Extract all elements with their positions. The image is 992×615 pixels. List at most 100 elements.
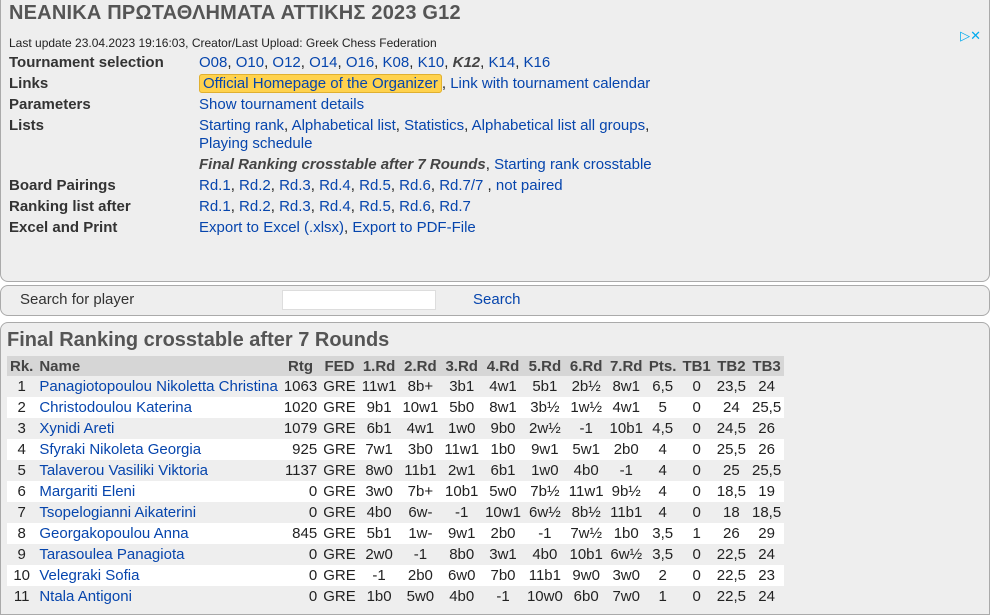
table-cell: 6,5 [645, 376, 680, 397]
table-cell: 7w1 [358, 439, 400, 460]
ranking-after-link-rd-4[interactable]: Rd.4 [319, 198, 351, 215]
tournament-calendar-link[interactable]: Link with tournament calendar [450, 75, 650, 92]
organizer-homepage-link[interactable]: Official Homepage of the Organizer [199, 73, 442, 93]
player-name-link[interactable]: Tsopelogianni Aikaterini [36, 502, 281, 523]
table-cell: -1 [399, 544, 442, 565]
search-input[interactable] [282, 290, 436, 310]
table-cell: 0 [679, 502, 714, 523]
table-cell: 1b0 [606, 523, 646, 544]
table-cell: 1w½ [565, 397, 607, 418]
export-excel-link[interactable]: Export to Excel (.xlsx) [199, 219, 344, 236]
tournament-link-k16[interactable]: K16 [524, 54, 551, 71]
tournament-details-link[interactable]: Show tournament details [199, 96, 364, 113]
ranking-after-link-rd-5[interactable]: Rd.5 [359, 198, 391, 215]
alphabetical-list-link[interactable]: Alphabetical list [292, 117, 396, 134]
tournament-link-o16[interactable]: O16 [346, 54, 374, 71]
table-cell: 6b1 [358, 418, 400, 439]
table-cell: 7b0 [482, 565, 524, 586]
not-paired-link[interactable]: not paired [496, 177, 563, 194]
table-cell: GRE [320, 565, 359, 586]
table-row: 7 Tsopelogianni Aikaterini 0 GRE 4b0 6w- -1 10w… [7, 502, 785, 523]
table-cell: 19 [748, 481, 785, 502]
player-name-link[interactable]: Velegraki Sofia [36, 565, 281, 586]
search-button[interactable]: Search [473, 291, 521, 308]
ranking-after-link-rd-6[interactable]: Rd.6 [399, 198, 431, 215]
tournament-link-k10[interactable]: K10 [418, 54, 445, 71]
tournament-link-o08[interactable]: O08 [199, 54, 227, 71]
table-cell: 6 [7, 481, 37, 502]
tournament-link-o14[interactable]: O14 [309, 54, 337, 71]
player-name-link[interactable]: Ntala Antigoni [36, 586, 281, 607]
table-cell: 1b0 [358, 586, 400, 607]
table-cell: 25,5 [748, 460, 785, 481]
final-crosstable-current: Final Ranking crosstable after 7 Rounds [199, 155, 486, 173]
table-cell: 6b0 [565, 586, 607, 607]
table-cell: 26 [748, 418, 785, 439]
starting-rank-link[interactable]: Starting rank [199, 117, 284, 134]
table-cell: 9w1 [441, 523, 483, 544]
table-cell: 1079 [280, 418, 321, 439]
table-cell: 24,5 [713, 418, 749, 439]
column-header-tb1: TB1 [679, 356, 714, 376]
table-cell: 4 [645, 460, 680, 481]
table-cell: 23 [748, 565, 785, 586]
pairings-link-rd-5[interactable]: Rd.5 [359, 177, 391, 194]
table-cell: 1 [645, 586, 680, 607]
ranking-after-link-rd-2[interactable]: Rd.2 [239, 198, 271, 215]
tournament-link-k14[interactable]: K14 [488, 54, 515, 71]
pairings-link-rd-1[interactable]: Rd.1 [199, 177, 231, 194]
player-name-link[interactable]: Sfyraki Nikoleta Georgia [36, 439, 281, 460]
starting-rank-crosstable-link[interactable]: Starting rank crosstable [494, 156, 652, 173]
table-cell: 24 [713, 397, 749, 418]
table-cell: 0 [280, 586, 321, 607]
table-cell: 8b½ [565, 502, 607, 523]
tournament-link-o12[interactable]: O12 [272, 54, 300, 71]
export-pdf-link[interactable]: Export to PDF-File [352, 219, 475, 236]
player-name-link[interactable]: Panagiotopoulou Nikoletta Christina [36, 376, 281, 397]
table-cell: 3w1 [482, 544, 524, 565]
player-name-link[interactable]: Georgakopoulou Anna [36, 523, 281, 544]
table-cell: 10w1 [482, 502, 524, 523]
table-cell: 5w0 [399, 586, 442, 607]
column-header-fed: FED [320, 356, 359, 376]
table-cell: 4w1 [399, 418, 442, 439]
pairings-link-rd-3[interactable]: Rd.3 [279, 177, 311, 194]
table-cell: 26 [748, 439, 785, 460]
table-row: 9 Tarasoulea Panagiota 0 GRE 2w0 -1 8b0 3w1 4b0 1… [7, 544, 785, 565]
table-cell: 1 [7, 376, 37, 397]
player-name-link[interactable]: Xynidi Areti [36, 418, 281, 439]
pairings-link-rd-4[interactable]: Rd.4 [319, 177, 351, 194]
table-cell: 4 [645, 439, 680, 460]
alphabetical-all-groups-link[interactable]: Alphabetical list all groups [472, 117, 645, 134]
column-header-tb3: TB3 [748, 356, 785, 376]
ranking-after-link-rd-7[interactable]: Rd.7 [439, 198, 471, 215]
table-cell: 11b1 [399, 460, 442, 481]
tournament-link-o10[interactable]: O10 [236, 54, 264, 71]
pairings-link-rd-6[interactable]: Rd.6 [399, 177, 431, 194]
table-cell: 7b+ [399, 481, 442, 502]
ad-choices-icon[interactable]: ▷✕ [960, 28, 981, 44]
pairings-link-rd-7-7[interactable]: Rd.7/7 [439, 177, 483, 194]
player-name-link[interactable]: Talaverou Vasiliki Viktoria [36, 460, 281, 481]
links-label: Links [9, 74, 49, 92]
table-cell: -1 [358, 565, 400, 586]
pairings-link-rd-2[interactable]: Rd.2 [239, 177, 271, 194]
table-cell: 2 [645, 565, 680, 586]
tournament-link-k08[interactable]: K08 [383, 54, 410, 71]
playing-schedule-link[interactable]: Playing schedule [199, 135, 312, 152]
player-name-link[interactable]: Margariti Eleni [36, 481, 281, 502]
table-cell: GRE [320, 523, 359, 544]
table-cell: 25,5 [713, 439, 749, 460]
tournament-selection-label: Tournament selection [9, 53, 164, 71]
table-cell: 9w1 [523, 439, 566, 460]
table-cell: 4b0 [358, 502, 400, 523]
ranking-after-link-rd-3[interactable]: Rd.3 [279, 198, 311, 215]
player-name-link[interactable]: Tarasoulea Panagiota [36, 544, 281, 565]
table-cell: GRE [320, 502, 359, 523]
player-name-link[interactable]: Christodoulou Katerina [36, 397, 281, 418]
ranking-after-link-rd-1[interactable]: Rd.1 [199, 198, 231, 215]
table-cell: 8w1 [606, 376, 646, 397]
table-cell: 2w½ [523, 418, 566, 439]
statistics-link[interactable]: Statistics [404, 117, 464, 134]
table-row: 8 Georgakopoulou Anna 845 GRE 5b1 1w- 9w1 2b0 -1… [7, 523, 785, 544]
